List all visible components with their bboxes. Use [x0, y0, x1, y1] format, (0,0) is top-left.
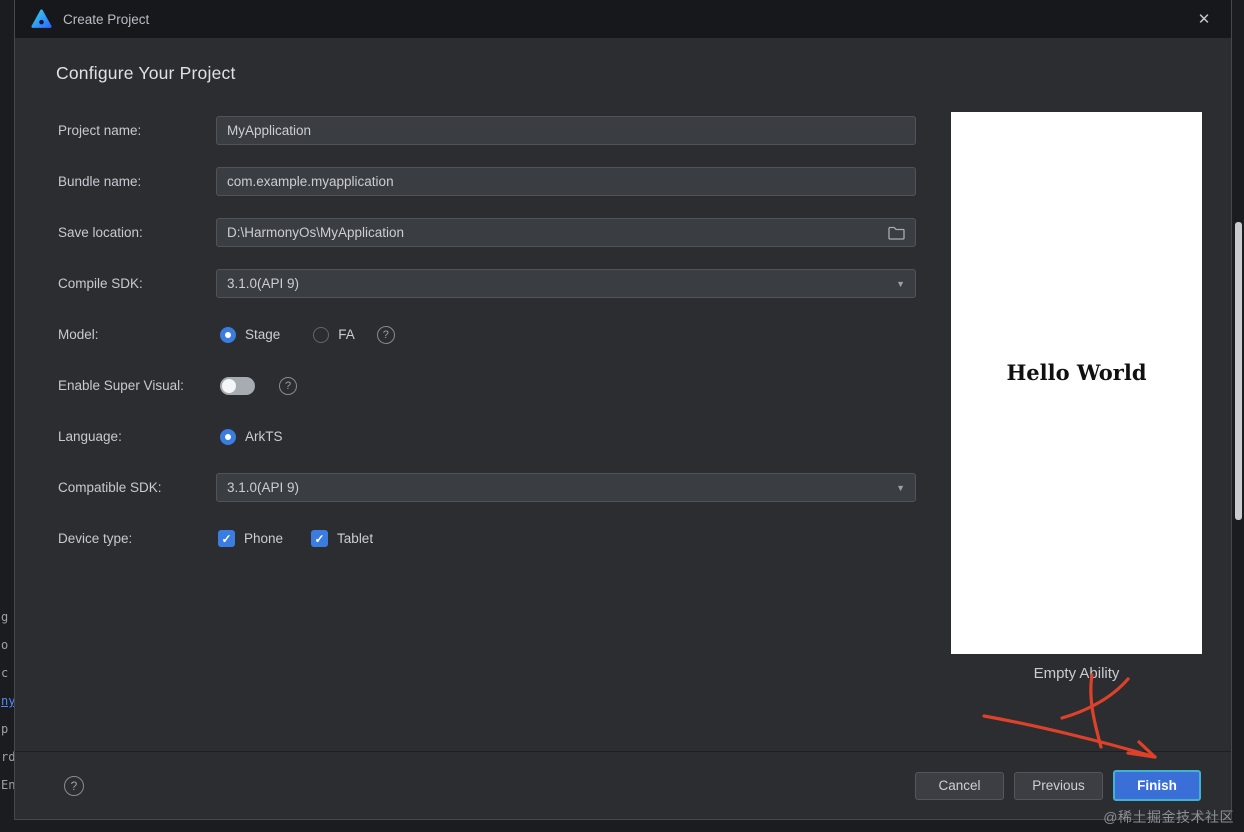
bg-text-fragment: g — [1, 610, 9, 624]
enable-super-visual-help-icon[interactable]: ? — [279, 376, 297, 395]
compile-sdk-select[interactable]: 3.1.0(API 9) ▼ — [216, 269, 916, 298]
close-icon[interactable]: ✕ — [1189, 4, 1219, 34]
bundle-name-input[interactable]: com.example.myapplication — [216, 167, 916, 196]
previous-button[interactable]: Previous — [1014, 771, 1103, 800]
project-name-input[interactable]: MyApplication — [216, 116, 916, 145]
bg-text-fragment: p — [1, 722, 9, 736]
language-label: Language: — [58, 429, 122, 444]
save-location-value: D:\HarmonyOs\MyApplication — [227, 225, 405, 240]
preview-hello-world-text: Hello World — [1006, 359, 1147, 385]
background-scrollbar[interactable] — [1235, 222, 1242, 520]
form-row-project-name: Project name: MyApplication — [15, 105, 935, 156]
model-fa-radio[interactable] — [313, 326, 330, 343]
cancel-button[interactable]: Cancel — [915, 771, 1004, 800]
model-fa-option-label: FA — [338, 327, 355, 342]
folder-icon — [888, 226, 905, 240]
bundle-name-value: com.example.myapplication — [227, 174, 394, 189]
create-project-dialog: Create Project ✕ Configure Your Project … — [14, 0, 1232, 820]
model-help-icon[interactable]: ? — [376, 325, 395, 344]
toggle-knob — [222, 378, 236, 393]
template-name: Empty Ability — [1033, 665, 1120, 682]
bundle-name-label: Bundle name: — [58, 174, 142, 189]
save-location-label: Save location: — [58, 225, 143, 240]
model-stage-option-label: Stage — [245, 327, 281, 342]
dialog-footer: ? Cancel Previous Finish — [15, 751, 1231, 819]
browse-folder-button[interactable] — [888, 226, 905, 240]
device-type-phone-checkbox[interactable]: ✓ — [218, 530, 235, 547]
project-name-label: Project name: — [58, 123, 142, 138]
form-row-enable-super-visual: Enable Super Visual: ? — [15, 360, 935, 411]
form-row-bundle-name: Bundle name: com.example.myapplication — [15, 156, 935, 207]
enable-super-visual-toggle[interactable] — [220, 376, 255, 395]
compile-sdk-value: 3.1.0(API 9) — [227, 276, 300, 291]
deveco-studio-logo-icon — [31, 8, 52, 28]
chevron-down-icon: ▼ — [896, 278, 905, 289]
enable-super-visual-label: Enable Super Visual: — [58, 378, 184, 393]
form-row-save-location: Save location: D:\HarmonyOs\MyApplicatio… — [15, 207, 935, 258]
model-label: Model: — [58, 327, 99, 342]
project-form: Project name: MyApplication Bundle name:… — [15, 105, 935, 564]
dialog-titlebar: Create Project ✕ — [15, 0, 1231, 38]
form-row-compile-sdk: Compile SDK: 3.1.0(API 9) ▼ — [15, 258, 935, 309]
compatible-sdk-select[interactable]: 3.1.0(API 9) ▼ — [216, 473, 916, 502]
language-arkts-radio[interactable] — [220, 428, 236, 445]
template-preview: Hello World Empty Ability — [951, 112, 1202, 682]
device-type-tablet-checkbox[interactable]: ✓ — [311, 530, 329, 547]
compatible-sdk-label: Compatible SDK: — [58, 480, 162, 495]
dialog-title: Create Project — [63, 11, 150, 27]
watermark: @稀土掘金技术社区 — [1103, 809, 1234, 825]
compatible-sdk-value: 3.1.0(API 9) — [227, 480, 300, 495]
preview-device-screen: Hello World — [951, 112, 1202, 654]
device-type-phone-label: Phone — [244, 531, 284, 546]
chevron-down-icon: ▼ — [896, 482, 905, 493]
form-row-device-type: Device type: ✓ Phone ✓ Tablet — [15, 513, 935, 564]
save-location-input[interactable]: D:\HarmonyOs\MyApplication — [216, 218, 916, 247]
project-name-value: MyApplication — [227, 123, 312, 138]
compile-sdk-label: Compile SDK: — [58, 276, 143, 291]
form-row-model: Model: Stage FA ? — [15, 309, 935, 360]
dialog-body: Configure Your Project Project name: MyA… — [15, 38, 1231, 751]
form-row-language: Language: ArkTS — [15, 411, 935, 462]
bg-text-fragment: o — [1, 638, 9, 652]
model-stage-radio[interactable] — [220, 326, 236, 343]
footer-help-icon[interactable]: ? — [64, 775, 84, 796]
form-row-compatible-sdk: Compatible SDK: 3.1.0(API 9) ▼ — [15, 462, 935, 513]
language-arkts-option-label: ArkTS — [245, 429, 283, 444]
device-type-label: Device type: — [58, 531, 133, 546]
page-title: Configure Your Project — [56, 63, 236, 83]
device-type-tablet-label: Tablet — [337, 531, 374, 546]
finish-button[interactable]: Finish — [1113, 770, 1201, 801]
bg-text-fragment: c — [1, 666, 9, 680]
